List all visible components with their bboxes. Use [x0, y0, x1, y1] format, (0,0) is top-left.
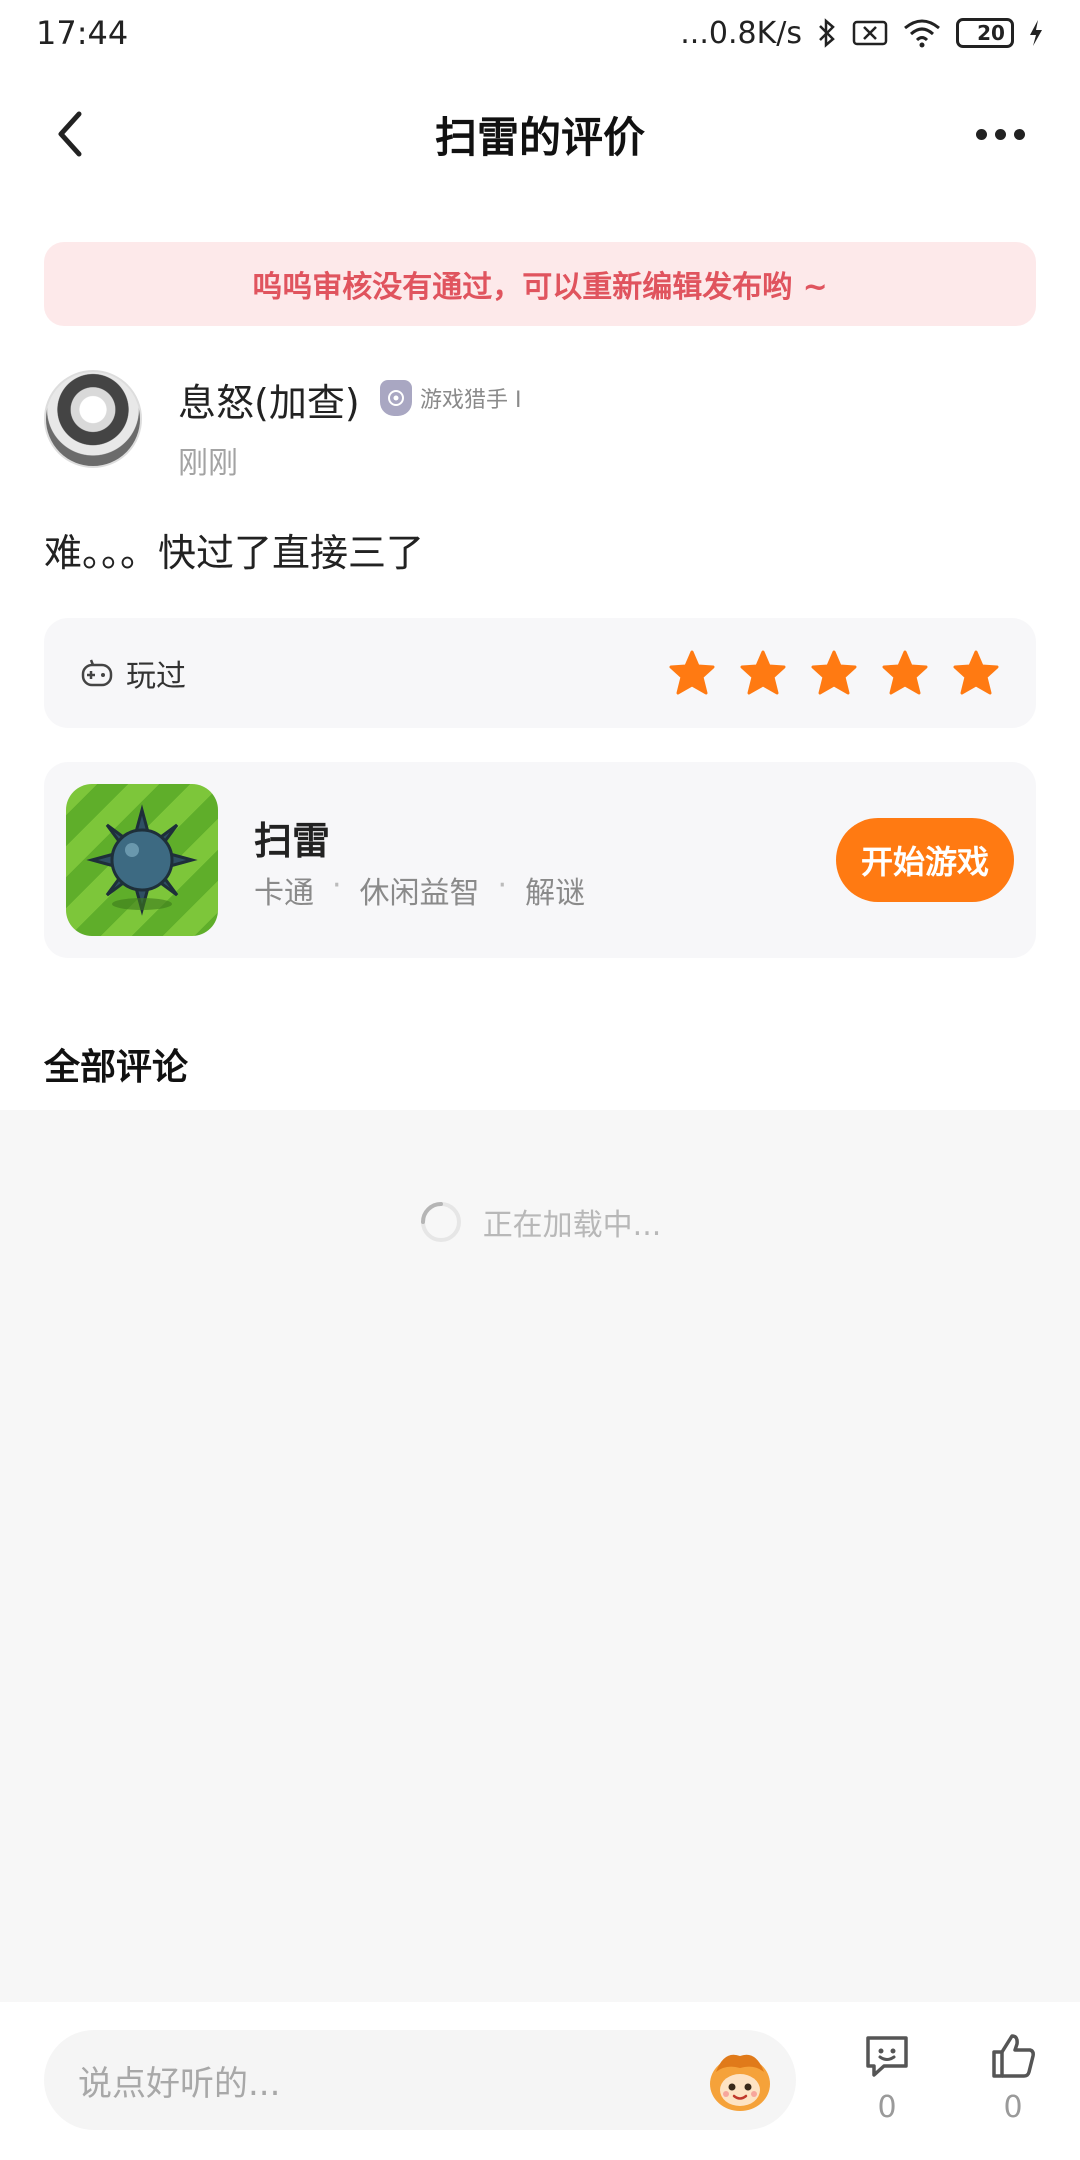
more-dots-icon [975, 128, 987, 140]
status-icons: ...0.8K/s 20 [680, 16, 1044, 51]
star-icon [953, 650, 999, 695]
game-tag: 卡通 [254, 876, 314, 911]
back-button[interactable] [40, 104, 100, 164]
bluetooth-icon [816, 18, 838, 48]
game-tags: 卡通 · 休闲益智 · 解谜 [254, 868, 585, 912]
game-name[interactable]: 扫雷 [254, 810, 330, 865]
chevron-left-icon [58, 111, 82, 157]
comment-input-placeholder: 说点好听的... [78, 2063, 281, 2104]
comment-action[interactable]: 0 [847, 2032, 927, 2125]
shield-badge-icon [380, 380, 412, 416]
network-speed: ...0.8K/s [680, 15, 802, 51]
comments-list[interactable]: 正在加载中... [0, 1110, 1080, 2002]
game-tag: 解谜 [525, 876, 586, 911]
nav-bar: 扫雷的评价 [0, 66, 1080, 202]
star-icon [740, 650, 786, 695]
spinner-icon [420, 1202, 461, 1242]
review-rejected-notice[interactable]: 呜呜审核没有通过，可以重新编辑发布哟 ~ [44, 242, 1036, 326]
bottom-bar: 说点好听的... 0 0 [0, 2002, 1080, 2160]
comment-count: 0 [877, 2090, 897, 2125]
badge-label: 游戏猎手 I [420, 388, 522, 413]
game-card[interactable]: 扫雷 卡通 · 休闲益智 · 解谜 开始游戏 [44, 762, 1036, 958]
like-action[interactable]: 0 [973, 2032, 1053, 2125]
loading-text: 正在加载中... [482, 1208, 662, 1243]
review-time: 刚刚 [178, 446, 238, 481]
star-icon [669, 650, 715, 695]
user-badge[interactable]: 游戏猎手 I [380, 380, 521, 416]
sim-off-icon [852, 19, 888, 47]
notice-text: 呜呜审核没有通过，可以重新编辑发布哟 ~ [252, 270, 828, 305]
gamepad-icon [81, 659, 113, 687]
tag-separator: · [332, 868, 342, 903]
comment-input[interactable]: 说点好听的... [44, 2030, 796, 2130]
mascot-emoji-icon[interactable] [702, 2042, 778, 2118]
wifi-icon [902, 18, 942, 48]
star-icon [882, 650, 928, 695]
status-time: 17:44 [36, 14, 129, 52]
charging-icon [1028, 18, 1044, 48]
star-icon [811, 650, 857, 695]
battery-level: 20 [977, 21, 1005, 45]
start-game-button[interactable]: 开始游戏 [836, 818, 1014, 902]
battery-icon: 20 [956, 18, 1014, 48]
played-label: 玩过 [126, 659, 186, 694]
comments-section-title: 全部评论 [44, 1047, 189, 1088]
game-icon[interactable] [66, 784, 218, 936]
avatar[interactable] [44, 370, 142, 468]
username[interactable]: 息怒(加查) [178, 372, 360, 427]
status-bar: 17:44 ...0.8K/s 20 [0, 0, 1080, 66]
game-tag: 休闲益智 [359, 876, 480, 911]
like-count: 0 [1003, 2090, 1023, 2125]
played-status: 玩过 [80, 618, 186, 728]
loading-indicator: 正在加载中... [0, 1200, 1080, 1244]
thumbs-up-icon [992, 2034, 1035, 2078]
review-author: 息怒(加查) 游戏猎手 I 刚刚 [44, 370, 1036, 481]
tag-separator: · [497, 868, 508, 903]
rating-stars [668, 618, 1000, 728]
rating-card: 玩过 [44, 618, 1036, 728]
spiked-mine-icon [86, 804, 198, 916]
comment-icon [866, 2036, 908, 2077]
more-button[interactable] [960, 104, 1040, 164]
page-title: 扫雷的评价 [434, 112, 645, 162]
review-text: 难。。。快过了直接三了 [44, 531, 425, 575]
